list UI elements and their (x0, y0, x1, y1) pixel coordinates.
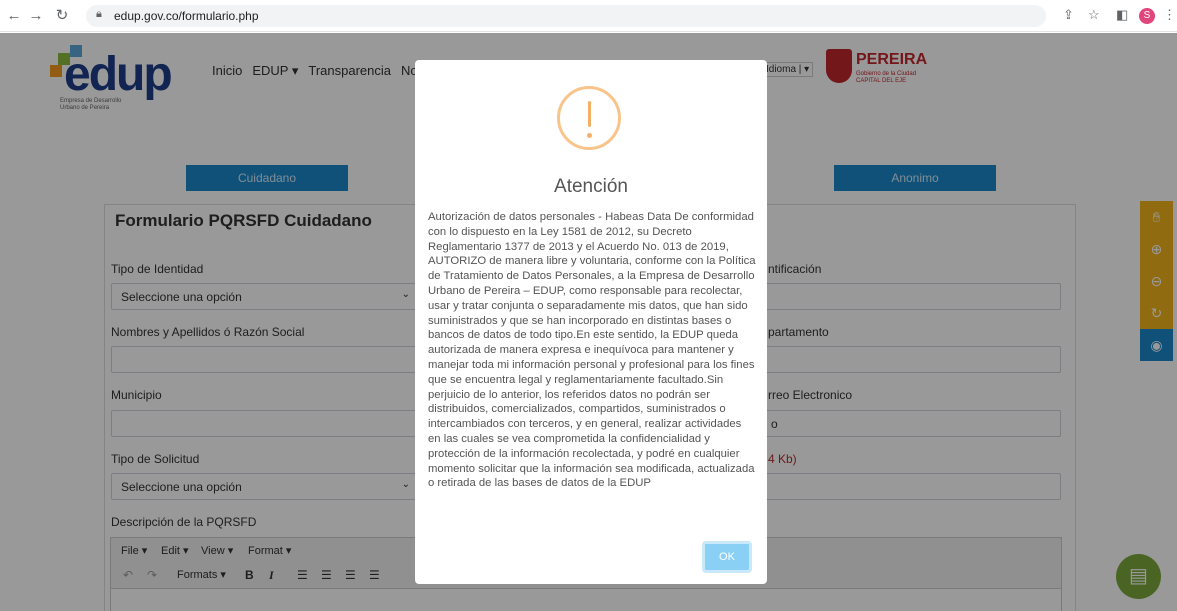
browser-toolbar: ← → ↻ 🔒︎ edup.gov.co/formulario.php ⇪ ☆ … (0, 0, 1177, 32)
modal-title: Atención (554, 176, 628, 197)
reload-icon[interactable]: ↻ (52, 6, 72, 26)
url-text: edup.gov.co/formulario.php (114, 9, 259, 23)
warning-bar (588, 101, 591, 127)
ok-button[interactable]: OK (702, 541, 752, 573)
alert-modal: Atención Autorización de datos personale… (415, 60, 767, 584)
profile-avatar[interactable]: S (1139, 8, 1155, 24)
modal-body: Autorización de datos personales - Habea… (428, 211, 756, 490)
bookmark-star-icon[interactable]: ☆ (1088, 7, 1100, 23)
forward-icon[interactable]: → (26, 6, 46, 26)
lock-icon: 🔒︎ (96, 8, 102, 20)
address-bar[interactable]: 🔒︎ edup.gov.co/formulario.php (86, 5, 1046, 27)
warning-icon (557, 86, 621, 150)
menu-kebab-icon[interactable]: ⋮ (1163, 7, 1176, 23)
back-icon[interactable]: ← (4, 6, 24, 26)
side-panel-icon[interactable]: ◧ (1116, 7, 1128, 23)
warning-dot (587, 133, 592, 138)
share-icon[interactable]: ⇪ (1063, 7, 1074, 23)
